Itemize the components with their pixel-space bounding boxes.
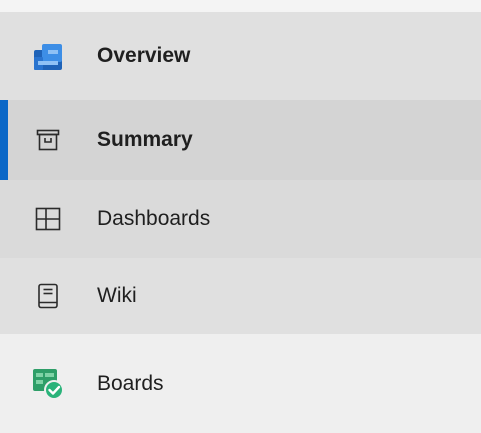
nav-top-spacer: [0, 0, 481, 12]
nav-item-label: Dashboards: [97, 207, 211, 230]
nav-item-overview[interactable]: Overview: [0, 12, 481, 100]
active-indicator: [0, 100, 8, 180]
dashboards-icon: [32, 203, 64, 235]
nav-item-label: Wiki: [97, 284, 137, 307]
nav-item-summary[interactable]: Summary: [0, 100, 481, 180]
nav-item-label: Boards: [97, 371, 164, 395]
boards-icon: [32, 368, 64, 400]
project-navigation: Overview Summary Dashboards Wiki Boards: [0, 0, 481, 433]
nav-item-label: Summary: [97, 128, 193, 151]
overview-icon: [32, 40, 64, 72]
wiki-icon: [32, 280, 64, 312]
nav-item-label: Overview: [97, 44, 191, 67]
summary-icon: [32, 124, 64, 156]
nav-item-dashboards[interactable]: Dashboards: [0, 180, 481, 258]
nav-item-wiki[interactable]: Wiki: [0, 258, 481, 334]
nav-item-boards[interactable]: Boards: [0, 334, 481, 433]
